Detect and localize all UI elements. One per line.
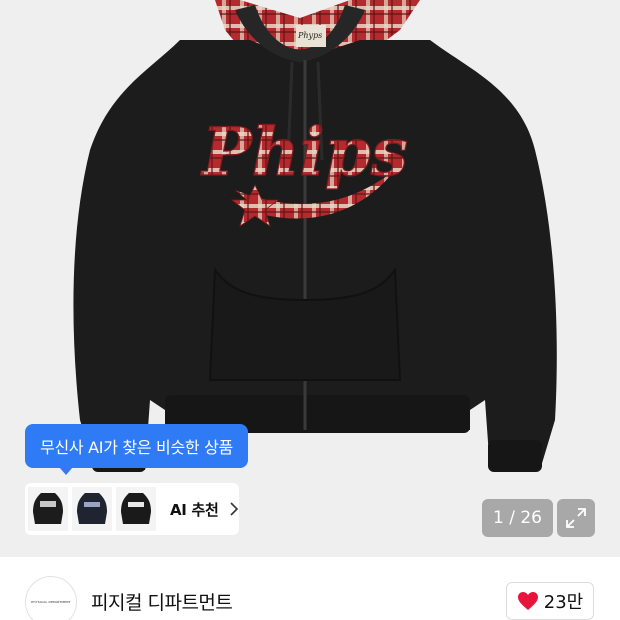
ai-tooltip-label: 무신사 AI가 찾은 비슷한 상품: [40, 438, 233, 457]
image-counter-text: 1 / 26: [493, 508, 542, 528]
ai-recommend-label: AI 추천: [170, 500, 219, 519]
hood-tag-text: Phyps: [298, 31, 323, 40]
heart-icon: [517, 592, 538, 610]
thumb-hoodie-1[interactable]: [28, 487, 68, 531]
brand-logo[interactable]: PHYSICAL DEPARTMENT: [25, 576, 77, 620]
thumb-hoodie-3[interactable]: [116, 487, 156, 531]
brand-name[interactable]: 피지컬 디파트먼트: [91, 588, 233, 615]
ai-similar-tooltip[interactable]: 무신사 AI가 찾은 비슷한 상품: [25, 424, 248, 475]
product-page: Phips Phyps 무신사 AI가 찾은 비슷한 상품 AI 추천 1 / …: [0, 0, 620, 620]
hoodie-thumb-icon: [121, 493, 151, 524]
product-image-area[interactable]: Phips Phyps 무신사 AI가 찾은 비슷한 상품 AI 추천 1 / …: [0, 0, 620, 557]
expand-icon: [566, 508, 586, 528]
brand-logo-text: PHYSICAL DEPARTMENT: [31, 600, 71, 604]
expand-button[interactable]: [557, 499, 595, 537]
ai-recommend-card[interactable]: AI 추천: [25, 483, 239, 535]
like-button[interactable]: 23만: [506, 582, 594, 620]
like-count: 23만: [543, 592, 584, 613]
thumb-hoodie-2[interactable]: [72, 487, 112, 531]
brand-row: PHYSICAL DEPARTMENT 피지컬 디파트먼트 23만: [0, 557, 620, 620]
hoodie-product-photo: Phips: [73, 0, 557, 472]
chevron-right-icon: [229, 502, 238, 516]
hoodie-thumb-icon: [77, 493, 107, 524]
image-counter: 1 / 26: [482, 499, 553, 537]
svg-text:Phips: Phips: [200, 113, 408, 191]
hoodie-thumb-icon: [33, 493, 63, 524]
